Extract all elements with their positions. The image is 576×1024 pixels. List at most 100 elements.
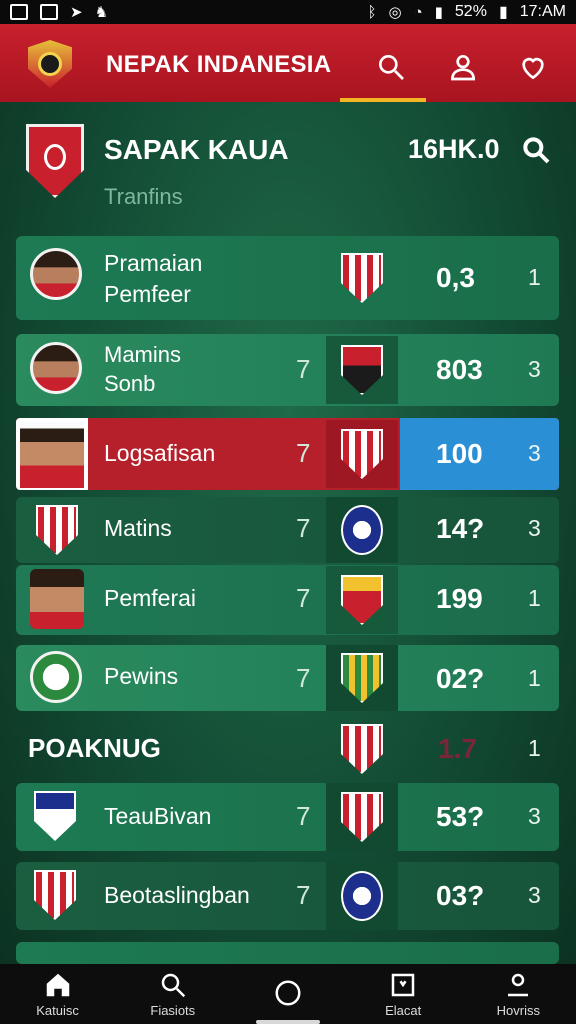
player-rank: 1 — [528, 665, 541, 691]
league-stat: 16HK.0 — [408, 134, 500, 164]
table-row[interactable]: Pewins 7 02? 1 — [16, 645, 559, 711]
player-number: 7 — [296, 354, 311, 384]
player-name: Beotaslingban — [104, 882, 250, 908]
table-row[interactable]: Pramaian Pemfeer 0,3 1 — [16, 236, 559, 320]
club-badge — [326, 566, 398, 634]
club-badge — [326, 420, 398, 488]
heart-icon — [522, 57, 544, 80]
player-avatar — [30, 342, 82, 394]
bluetooth-icon: ᛒ — [367, 3, 377, 21]
club-crest-icon — [341, 253, 383, 303]
club-crest-icon — [341, 871, 383, 921]
player-name: Mamins Sonb — [104, 342, 182, 396]
battery-percent: 5̈2% — [454, 3, 487, 20]
player-name: TeauBivan — [104, 803, 212, 829]
nav-news[interactable]: Elacat — [353, 970, 453, 1018]
profile-icon — [508, 973, 529, 997]
club-crest-icon — [341, 653, 383, 703]
nav-news-label: Elacat — [385, 1003, 422, 1018]
section-rank: 1 — [528, 735, 541, 761]
clock: 17:AM — [519, 3, 566, 20]
app-logo-icon[interactable] — [28, 40, 72, 88]
signal-icon: ▮ — [434, 4, 443, 21]
player-avatar — [16, 418, 88, 490]
player-rank: 3 — [528, 440, 541, 466]
league-title: SAPAK KAUA — [104, 134, 289, 165]
search-icon[interactable] — [520, 134, 552, 166]
nav-home[interactable]: Katuisc — [8, 970, 108, 1018]
player-rank: 3 — [528, 515, 541, 541]
player-score: 14? — [436, 513, 485, 544]
club-crest-icon — [341, 505, 383, 555]
nav-center[interactable] — [238, 978, 338, 1011]
search-icon — [379, 54, 404, 80]
club-crest-icon — [341, 575, 383, 625]
club-crest-icon — [341, 345, 383, 395]
game-notification-icon: ♞ — [94, 4, 109, 21]
table-row-partial[interactable] — [16, 942, 559, 964]
player-name: Pemferai — [104, 585, 197, 611]
news-icon — [391, 973, 415, 997]
player-number: 7 — [296, 801, 311, 831]
club-crest-icon — [36, 505, 78, 555]
table-row[interactable]: Beotaslingban 7 03? 3 — [16, 862, 559, 930]
table-row[interactable]: Mamins Sonb 7 803 3 — [16, 334, 559, 406]
player-name: Pramaian Pemfeer — [104, 250, 203, 307]
club-crest-icon — [34, 870, 76, 920]
player-rank: 3 — [528, 356, 541, 382]
status-right: ᛒ ◎ ◔ ▮ 5̈2% ▮ 17:AM — [367, 2, 566, 22]
player-score: 100 — [436, 438, 483, 469]
player-number: 7 — [296, 513, 311, 543]
player-rank: 3 — [528, 882, 541, 908]
nav-profile[interactable]: Hovriss — [468, 970, 568, 1018]
circle-icon — [275, 980, 301, 1005]
table-row-selected[interactable]: Logsafisan 7 100 3 — [16, 418, 559, 490]
app-title: NEPAK INDANESIA — [106, 51, 332, 78]
club-badge — [326, 336, 398, 404]
table-row[interactable]: Pemferai 7 199 1 — [16, 565, 559, 635]
player-avatar — [30, 569, 84, 629]
status-bar: ➤ ♞ ᛒ ◎ ◔ ▮ 5̈2% ▮ 17:AM — [0, 0, 576, 24]
player-avatar — [30, 248, 82, 300]
section-heading: POAKNUG — [28, 733, 161, 763]
club-logo-icon — [30, 651, 82, 703]
player-score: 803 — [436, 354, 483, 385]
player-name: Pewins — [104, 663, 179, 689]
gallery-notification-icon — [40, 4, 58, 20]
bottom-navigation: Katuisc Fiasiots Elacat Hovriss — [0, 964, 576, 1024]
nav-profile-label: Hovriss — [496, 1003, 541, 1018]
favorites-button[interactable] — [510, 44, 556, 90]
section-score: 1.7 — [438, 733, 477, 764]
club-badge — [326, 645, 398, 711]
player-number: 7 — [296, 880, 311, 910]
player-score: 0,3 — [436, 262, 475, 293]
table-row[interactable]: TeauBivan 7 53? 3 — [16, 783, 559, 851]
player-score: 03? — [436, 880, 485, 911]
club-crest-icon — [341, 724, 383, 774]
club-badge — [326, 497, 398, 563]
player-name: Logsafisan — [104, 440, 216, 466]
table-row[interactable]: Matins 7 14? 3 — [16, 497, 559, 563]
club-crest-icon — [341, 792, 383, 842]
nav-home-label: Katuisc — [36, 1003, 79, 1018]
player-rank: 1 — [528, 585, 541, 611]
alarm-icon: ◎ — [388, 4, 402, 21]
club-crest-icon — [341, 429, 383, 479]
nav-search-label: Fiasiots — [150, 1003, 196, 1018]
club-badge — [326, 244, 398, 312]
player-number: 7 — [296, 438, 311, 468]
send-notification-icon: ➤ — [70, 4, 83, 21]
app-header: NEPAK INDANESIA — [0, 24, 576, 102]
league-subtitle[interactable]: Tranfins — [104, 184, 183, 210]
search-icon — [161, 973, 185, 998]
home-icon — [46, 973, 69, 997]
player-score: 02? — [436, 663, 485, 694]
wifi-icon: ◔ — [413, 3, 423, 21]
home-indicator — [256, 1020, 320, 1024]
user-icon — [450, 55, 476, 81]
search-button[interactable] — [368, 44, 414, 90]
player-number: 7 — [296, 663, 311, 693]
club-badge — [326, 862, 398, 930]
profile-button[interactable] — [440, 44, 486, 90]
nav-search[interactable]: Fiasiots — [123, 970, 223, 1018]
